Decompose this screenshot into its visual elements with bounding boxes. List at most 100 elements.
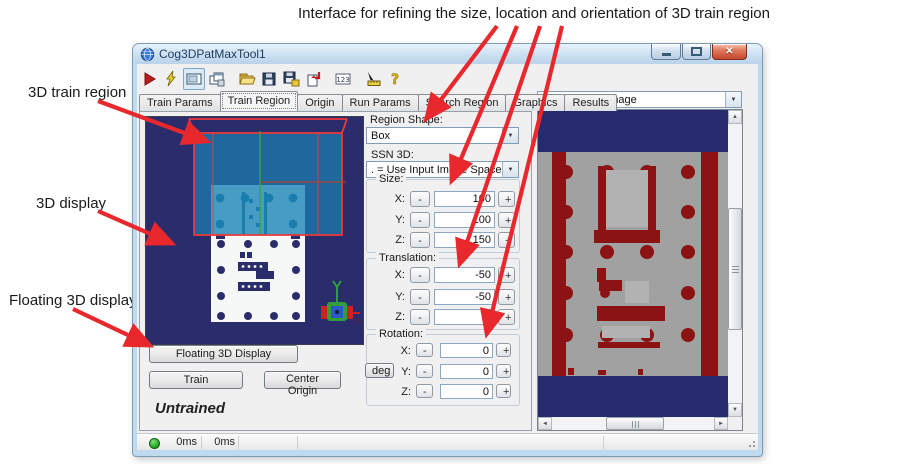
scroll-left-icon[interactable]: ◄ (538, 417, 552, 430)
size-group: Size: X: - 100 + Y: - 100 + Z: - 150 + (366, 179, 520, 253)
translation-z-minus-button[interactable]: - (410, 309, 430, 325)
electrode-icon[interactable] (161, 69, 181, 89)
train-state-text: Untrained (155, 400, 225, 417)
svg-text:?: ? (391, 72, 399, 88)
translation-x-minus-button[interactable]: - (410, 267, 430, 283)
chevron-down-icon[interactable]: ▼ (502, 162, 518, 177)
tab-search-region[interactable]: Search Region (418, 94, 507, 111)
size-x-label: X: (385, 193, 405, 205)
train-region-box (189, 119, 347, 235)
translation-y-label: Y: (385, 291, 405, 303)
region-shape-combobox[interactable]: Box ▼ (366, 127, 519, 144)
train-button[interactable]: Train (149, 371, 243, 389)
rotation-z-minus-button[interactable]: - (416, 384, 433, 398)
input-image-canvas (538, 110, 728, 417)
scroll-down-icon[interactable]: ▼ (728, 403, 742, 417)
translation-y-field[interactable]: -50 (434, 289, 495, 305)
size-z-label: Z: (385, 234, 405, 246)
save-as-icon[interactable] (281, 69, 301, 89)
rotation-group-legend: Rotation: (376, 328, 426, 340)
rotation-z-label: Z: (391, 386, 411, 398)
annotation-label-floating-3d-display: Floating 3D display (9, 292, 137, 309)
rotation-z-field[interactable]: 0 (440, 384, 493, 399)
rotation-x-field[interactable]: 0 (440, 343, 493, 358)
rotation-y-minus-button[interactable]: - (416, 364, 433, 378)
size-z-field[interactable]: 150 (434, 232, 495, 248)
tab-run-params[interactable]: Run Params (342, 94, 419, 111)
display-toggle-icon[interactable] (183, 68, 205, 90)
tab-page-train-region: x Floating 3D Display Train Center Origi… (139, 111, 532, 431)
tab-strip: Train Params Train Region Origin Run Par… (139, 92, 616, 111)
status-time-1: 0ms (161, 436, 197, 448)
vertical-scrollbar-thumb[interactable] (728, 208, 742, 330)
deg-button[interactable]: deg (365, 363, 394, 378)
open-file-icon[interactable] (237, 69, 257, 89)
rotation-x-plus-button[interactable]: + (496, 343, 511, 357)
toolbar: 123 ? (139, 66, 407, 92)
size-x-minus-button[interactable]: - (410, 191, 430, 207)
horizontal-scrollbar-thumb[interactable] (606, 417, 664, 430)
rotation-y-field[interactable]: 0 (440, 364, 493, 379)
cascade-windows-icon[interactable] (207, 69, 227, 89)
chevron-down-icon[interactable]: ▼ (725, 92, 741, 107)
annotation-top-caption: Interface for refining the size, locatio… (284, 5, 784, 22)
3d-display-canvas: x (146, 117, 363, 344)
vertical-scrollbar[interactable]: ▲ ▼ (728, 110, 742, 417)
size-y-field[interactable]: 100 (434, 212, 495, 228)
size-y-plus-button[interactable]: + (498, 212, 515, 228)
rotation-x-minus-button[interactable]: - (416, 343, 433, 357)
chevron-down-icon[interactable]: ▼ (502, 128, 518, 143)
status-time-2: 0ms (205, 436, 235, 448)
translation-y-plus-button[interactable]: + (498, 289, 515, 305)
help-icon[interactable]: ? (385, 69, 405, 89)
size-z-plus-button[interactable]: + (498, 232, 515, 248)
svg-text:123: 123 (336, 76, 349, 84)
region-shape-value: Box (367, 130, 502, 142)
svg-text:x: x (356, 317, 360, 325)
translation-x-plus-button[interactable]: + (498, 267, 515, 283)
center-origin-button[interactable]: Center Origin (264, 371, 341, 389)
status-bar: 0ms 0ms (137, 433, 758, 450)
floating-3d-display-button[interactable]: Floating 3D Display (149, 345, 298, 363)
app-window: Cog3DPatMaxTool1 ✕ (133, 44, 762, 456)
run-icon[interactable] (139, 69, 159, 89)
minimize-icon (662, 53, 671, 56)
minimize-button[interactable] (651, 44, 681, 60)
size-y-label: Y: (385, 214, 405, 226)
rotation-z-plus-button[interactable]: + (496, 384, 511, 398)
horizontal-scrollbar[interactable]: ◄ ► (538, 417, 728, 430)
screenshot-canvas: Interface for refining the size, locatio… (0, 0, 904, 464)
close-button[interactable]: ✕ (712, 44, 747, 60)
titlebar[interactable]: Cog3DPatMaxTool1 ✕ (133, 44, 762, 64)
region-shape-label: Region Shape: (370, 114, 443, 126)
resize-grip[interactable] (746, 438, 756, 448)
size-x-field[interactable]: 100 (434, 191, 495, 207)
tab-origin[interactable]: Origin (297, 94, 342, 111)
translation-z-field[interactable]: 0 (434, 309, 495, 325)
rotation-x-label: X: (391, 345, 411, 357)
input-image-display[interactable]: ▲ ▼ ◄ ► (537, 109, 743, 431)
app-globe-icon (140, 47, 155, 62)
maximize-button[interactable] (682, 44, 711, 60)
size-z-minus-button[interactable]: - (410, 232, 430, 248)
scroll-right-icon[interactable]: ► (714, 417, 728, 430)
annotation-label-3d-train-region: 3D train region (28, 84, 126, 101)
3d-display[interactable]: x (145, 116, 364, 345)
size-x-plus-button[interactable]: + (498, 191, 515, 207)
measure-icon[interactable] (363, 69, 383, 89)
translation-x-field[interactable]: -50 (434, 267, 495, 283)
save-icon[interactable] (259, 69, 279, 89)
rotation-y-plus-button[interactable]: + (496, 364, 511, 378)
scroll-up-icon[interactable]: ▲ (728, 110, 742, 124)
tab-train-params[interactable]: Train Params (139, 94, 221, 111)
tab-train-region[interactable]: Train Region (220, 91, 299, 111)
import-image-icon[interactable] (303, 69, 323, 89)
tab-results[interactable]: Results (564, 94, 617, 111)
translation-z-label: Z: (385, 311, 405, 323)
size-y-minus-button[interactable]: - (410, 212, 430, 228)
tab-graphics[interactable]: Graphics (505, 94, 565, 111)
size-group-legend: Size: (376, 173, 406, 185)
numeric-grid-icon[interactable]: 123 (333, 69, 353, 89)
translation-z-plus-button[interactable]: + (498, 309, 515, 325)
translation-y-minus-button[interactable]: - (410, 289, 430, 305)
